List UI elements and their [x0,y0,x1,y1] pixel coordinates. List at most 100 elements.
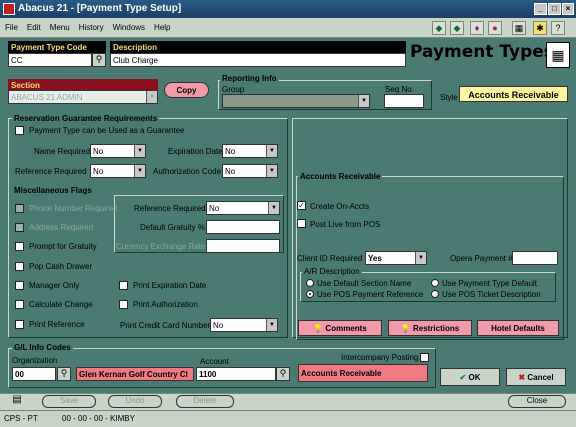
section-select[interactable]: ABACUS 21 ADMIN ▼ [8,90,158,104]
client-id-select[interactable]: Yes ▼ [365,251,427,265]
post-live-checkbox[interactable] [297,219,306,228]
page-title: Payment Types [410,42,554,62]
hotel-defaults-button[interactable]: Hotel Defaults [477,320,559,336]
group-select[interactable]: ▼ [222,94,370,108]
print-expiration-label: Print Expiration Date [133,281,207,290]
opera-payment-input[interactable] [512,251,558,265]
print-reference-checkbox[interactable] [15,320,24,329]
guarantee-checkbox[interactable] [15,126,24,135]
name-required-select[interactable]: No ▼ [90,144,146,158]
expiration-date-label: Expiration Date [168,147,223,156]
record-icon[interactable]: ▤ [10,394,24,408]
chevron-down-icon: ▼ [268,202,279,214]
help-icon[interactable]: ? [551,21,565,35]
print-expiration-checkbox[interactable] [119,281,128,290]
default-gratuity-input[interactable] [206,220,280,234]
radio-pos-ticket[interactable] [431,290,439,298]
menu-menu[interactable]: Menu [45,18,74,32]
seq-no-input[interactable] [384,94,424,108]
reference-required-select[interactable]: No ▼ [90,164,146,178]
account-label: Account [200,357,229,366]
description-label: Description [110,41,406,53]
menu-file[interactable]: File [0,18,22,32]
payment-type-code-input[interactable]: CC [8,53,92,67]
default-gratuity-label: Default Gratuity % [140,223,205,232]
print-cc-number-label: Print Credit Card Number [120,321,211,330]
undo-button[interactable]: Undo [108,395,162,408]
menu-help[interactable]: Help [149,18,174,32]
post-live-label: Post Live from POS [310,220,381,229]
grid-logo-icon: ▦ [546,42,570,68]
pop-cash-drawer-checkbox[interactable] [15,262,24,271]
organization-input[interactable]: 00 [12,367,56,381]
cancel-button[interactable]: ✖ Cancel [506,368,566,386]
lightbulb-icon: 💡 [400,324,413,333]
gem-icon[interactable]: ♦ [470,21,484,35]
misc-flags-title: Miscellaneous Flags [12,186,94,195]
payment-type-default-label: Use Payment Type Default [442,279,538,288]
save-button[interactable]: Save [42,395,96,408]
radio-default-section[interactable] [306,279,314,287]
lightbulb-icon: 💡 [313,324,326,333]
delete-button[interactable]: Delete [176,395,234,408]
copy-button[interactable]: Copy [164,82,209,98]
authorization-code-select[interactable]: No ▼ [222,164,278,178]
comments-button[interactable]: 💡 Comments [298,320,382,336]
back-arrow-icon[interactable]: ◆ [432,21,446,35]
radio-payment-type-default[interactable] [431,279,439,287]
gl-info-title: G/L Info Codes [12,343,73,352]
create-on-accts-checkbox[interactable]: ✓ [297,201,306,210]
stop-icon[interactable]: ● [488,21,502,35]
restrictions-button[interactable]: 💡 Restrictions [388,320,472,336]
print-authorization-checkbox[interactable] [119,300,128,309]
radio-pos-reference[interactable] [306,290,314,298]
close-button[interactable]: Close [508,395,566,408]
opera-payment-label: Opera Payment # [450,254,513,263]
account-input[interactable]: 1100 [196,367,276,381]
phone-required-checkbox[interactable] [15,204,24,213]
forward-arrow-icon[interactable]: ◆ [450,21,464,35]
intercompany-checkbox[interactable] [420,353,429,362]
client-id-value: Yes [368,254,382,263]
reference-required-value: No [93,167,104,176]
person-icon[interactable]: ✱ [533,21,547,35]
menu-edit[interactable]: Edit [22,18,45,32]
name-required-label: Name Required [34,147,91,156]
address-required-checkbox[interactable] [15,223,24,232]
close-icon[interactable]: × [562,3,574,15]
seq-no-label: Seq No. [385,85,414,94]
prompt-gratuity-label: Prompt for Gratuity [29,242,97,251]
pop-cash-drawer-label: Pop Cash Drawer [29,262,93,271]
menu-windows[interactable]: Windows [108,18,149,32]
manager-only-checkbox[interactable] [15,281,24,290]
expiration-date-select[interactable]: No ▼ [222,144,278,158]
minimize-icon[interactable]: _ [534,3,547,15]
status-bar: CPS - PT 00 - 00 - 00 - KIMBY [0,410,576,427]
description-input[interactable]: Club Charge [110,53,406,67]
section-value: ABACUS 21 ADMIN [11,93,83,102]
app-icon [3,3,15,15]
style-label: Style [440,93,458,102]
search-icon[interactable]: ⚲ [276,367,290,381]
phone-required-label: Phone Number Required [29,204,118,213]
calculate-change-checkbox[interactable] [15,300,24,309]
maximize-icon[interactable]: □ [548,3,561,15]
ok-button[interactable]: ✔ OK [440,368,500,386]
ar-title: Accounts Receivable [298,172,383,181]
misc-reference-required-value: No [209,204,220,213]
search-icon[interactable]: ⚲ [57,367,71,381]
search-icon[interactable]: ⚲ [92,53,106,67]
account-name: Accounts Receivable [298,364,428,382]
currency-rate-label: Currency Exchange Rate [116,242,206,251]
prompt-gratuity-checkbox[interactable] [15,242,24,251]
section-label: Section [8,79,158,90]
calculator-icon[interactable]: ▦ [512,21,526,35]
currency-rate-input[interactable] [206,239,280,253]
restrictions-label: Restrictions [412,324,460,333]
menu-history[interactable]: History [74,18,108,32]
misc-reference-required-select[interactable]: No ▼ [206,201,280,215]
ar-description-title: A/R Description [302,267,362,276]
title-bar: Abacus 21 - [Payment Type Setup] _ □ × [0,0,576,18]
chevron-down-icon: ▼ [146,91,157,103]
print-cc-number-select[interactable]: No ▼ [210,318,278,332]
